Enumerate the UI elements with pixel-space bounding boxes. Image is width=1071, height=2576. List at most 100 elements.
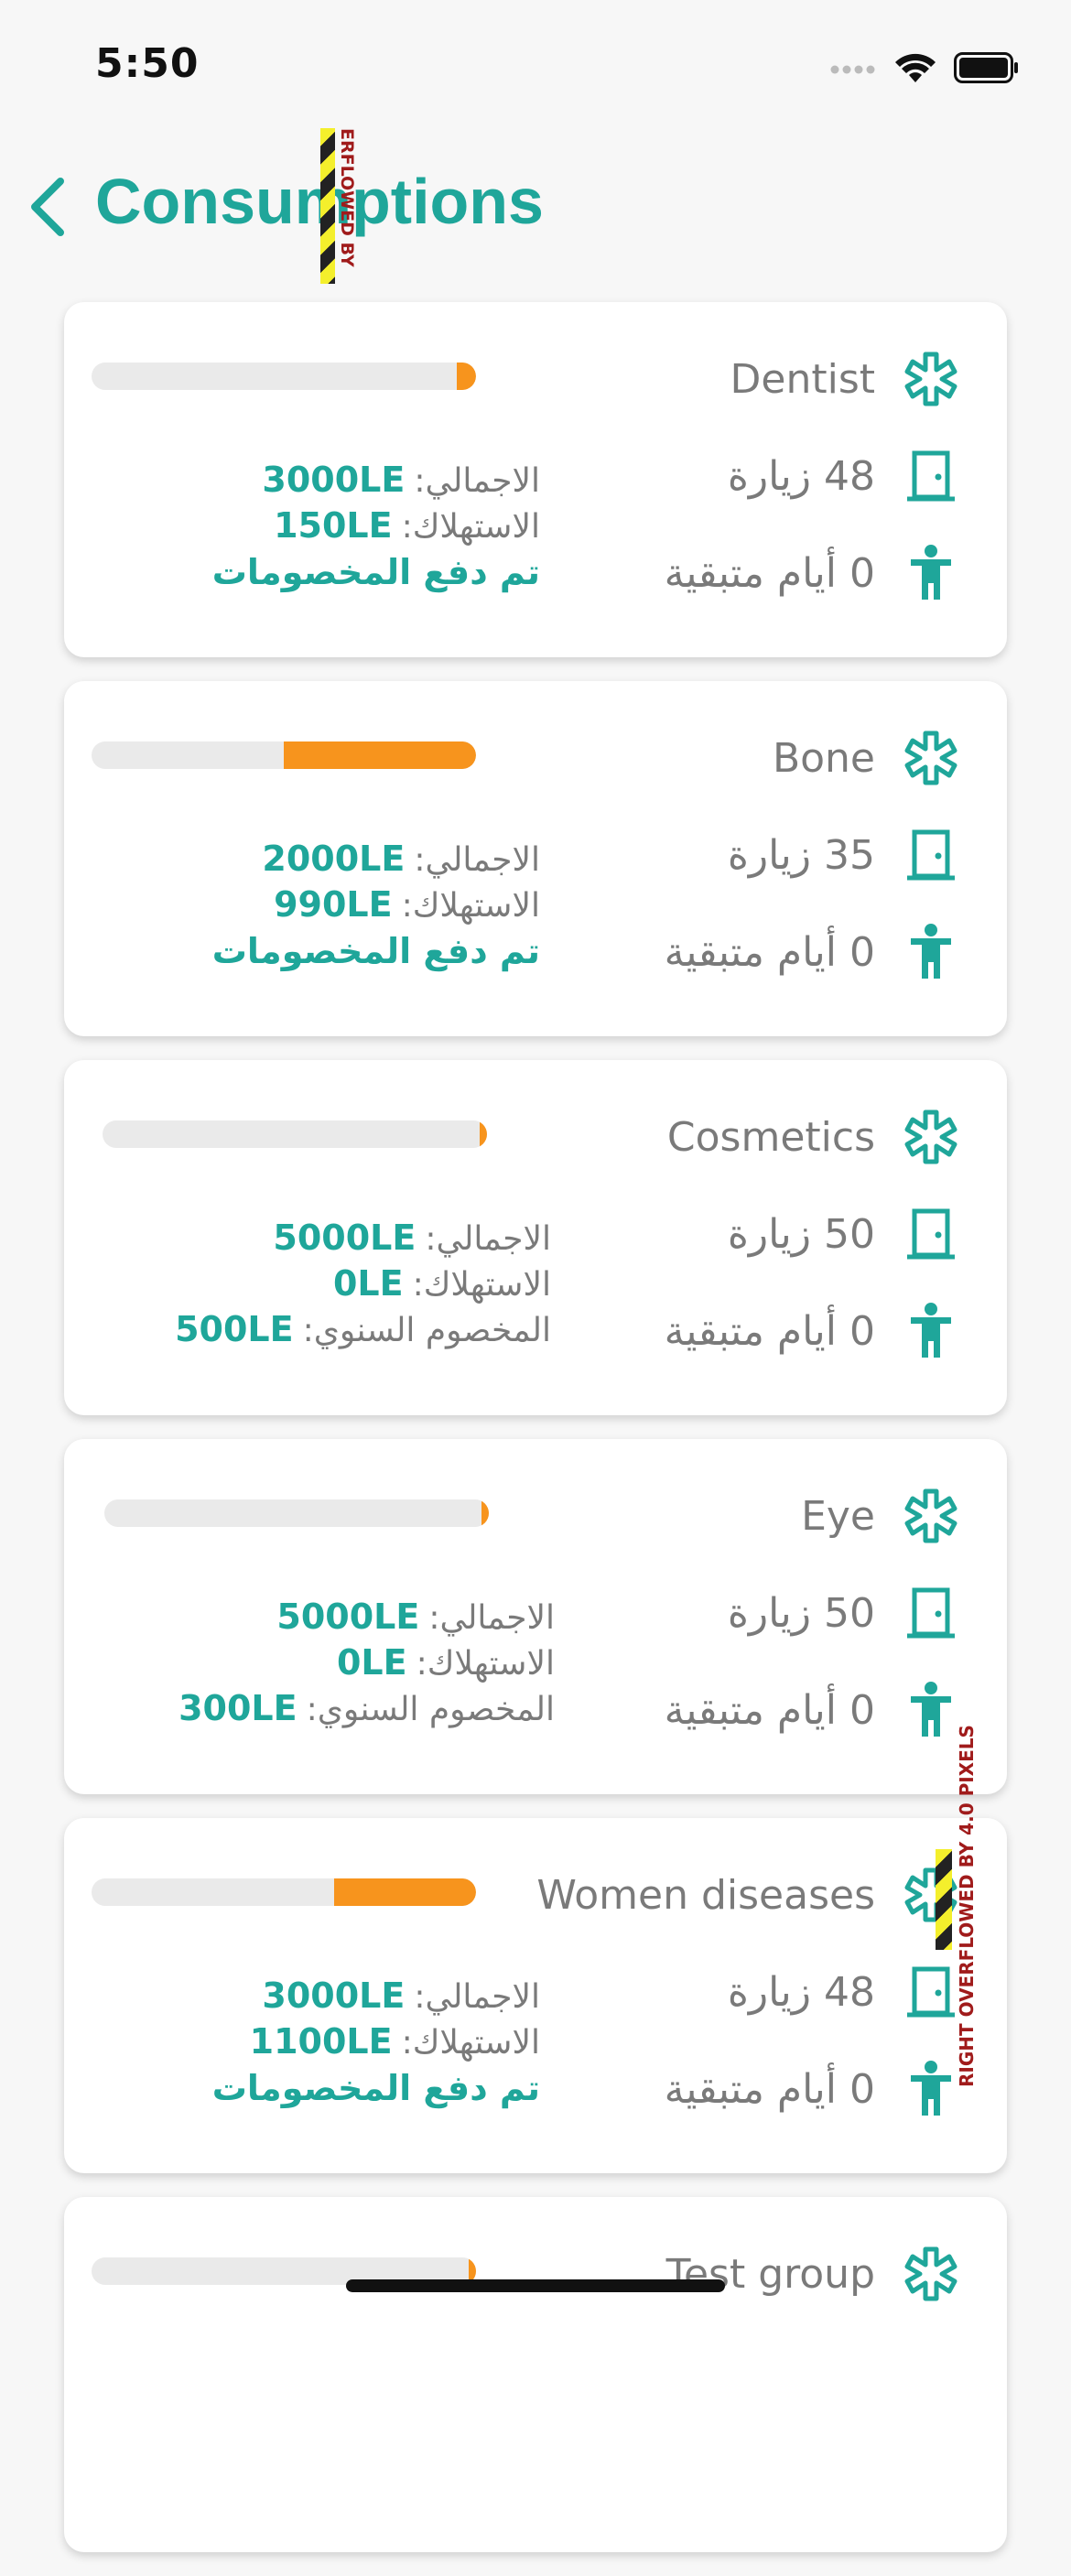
asterisk-icon <box>901 1486 961 1546</box>
page-title: Consumptions <box>95 166 544 237</box>
annual-deductible-value: 300LE <box>178 1688 298 1728</box>
overflow-warning-text: RIGHT OVERFLOWED BY 4.0 PIXELS <box>956 1725 978 2087</box>
person-icon <box>901 1301 961 1361</box>
consumption-line: الاستهلاك:990LE <box>64 882 540 928</box>
door-icon <box>901 446 961 506</box>
door-icon <box>901 1583 961 1643</box>
consumption-line: الاستهلاك:1100LE <box>64 2019 540 2065</box>
category-name: Eye <box>801 1492 875 1540</box>
total-value: 3000LE <box>262 460 406 500</box>
visits-row: 48 زيارة <box>728 447 961 505</box>
person-icon <box>901 543 961 603</box>
visits-row: 48 زيارة <box>728 1963 961 2021</box>
category-name: Dentist <box>730 355 876 403</box>
overflow-warning-text: ERFLOWED BY <box>337 128 357 267</box>
battery-icon <box>954 52 1018 83</box>
consumption-card-eye[interactable]: Eye 50 زيارة 0 أيام متبقية الاجمالي:5000… <box>64 1439 1007 1794</box>
progress-bar <box>92 363 476 390</box>
visits-label: 35 زيارة <box>727 831 875 879</box>
deductibles-paid-label: تم دفع المخصومات <box>211 552 540 592</box>
asterisk-icon <box>901 1107 961 1167</box>
amounts-block: الاجمالي:5000LE الاستهلاك:0LE المخصوم ال… <box>75 1216 551 1353</box>
days-row: 0 أيام متبقية <box>665 2060 961 2118</box>
consumption-value: 150LE <box>274 505 393 546</box>
consumption-label: الاستهلاك: <box>401 508 540 546</box>
category-name: Cosmetics <box>666 1113 875 1161</box>
consumption-label: الاستهلاك: <box>401 2024 540 2062</box>
status-time: 5:50 <box>95 40 200 87</box>
app-header: Consumptions <box>0 156 1071 256</box>
annual-deductible-line: المخصوم السنوي:500LE <box>75 1307 551 1353</box>
progress-bar-fill <box>481 1499 489 1527</box>
category-row: Test group <box>666 2245 961 2303</box>
total-line: الاجمالي:5000LE <box>75 1216 551 1261</box>
overflow-stripes <box>936 1849 952 1950</box>
consumption-label: الاستهلاك: <box>412 1266 551 1304</box>
amounts-block: الاجمالي:2000LE الاستهلاك:990LE تم دفع ا… <box>64 837 540 974</box>
category-row: Eye <box>801 1487 961 1545</box>
category-name: Bone <box>772 734 875 782</box>
consumption-card-test-group[interactable]: Test group <box>64 2197 1007 2552</box>
annual-deductible-value: 500LE <box>175 1309 294 1349</box>
days-row: 0 أيام متبقية <box>665 1302 961 1360</box>
total-line: الاجمالي:2000LE <box>64 837 540 882</box>
wifi-icon <box>895 53 936 82</box>
total-line: الاجمالي:3000LE <box>64 458 540 503</box>
consumption-label: الاستهلاك: <box>401 887 540 925</box>
annual-deductible-line: المخصوم السنوي:300LE <box>79 1686 555 1732</box>
total-label: الاجمالي: <box>414 841 540 879</box>
category-row: Bone <box>773 729 961 787</box>
consumption-card-bone[interactable]: Bone 35 زيارة 0 أيام متبقية الاجمالي:200… <box>64 681 1007 1036</box>
asterisk-icon <box>901 728 961 788</box>
total-label: الاجمالي: <box>425 1220 551 1258</box>
consumption-value: 990LE <box>274 884 393 925</box>
annual-deductible-label: المخصوم السنوي: <box>306 1691 555 1728</box>
progress-bar-fill <box>457 363 476 390</box>
door-icon <box>901 825 961 885</box>
home-indicator[interactable] <box>346 2279 725 2292</box>
back-button[interactable] <box>24 172 71 242</box>
deductibles-paid-label: تم دفع المخصومات <box>211 2068 540 2108</box>
amounts-block: الاجمالي:5000LE الاستهلاك:0LE المخصوم ال… <box>79 1595 555 1732</box>
door-icon <box>901 1204 961 1264</box>
total-value: 5000LE <box>273 1218 416 1258</box>
days-row: 0 أيام متبقية <box>665 923 961 981</box>
deductibles-paid-label: تم دفع المخصومات <box>211 931 540 971</box>
days-row: 0 أيام متبقية <box>665 1681 961 1739</box>
visits-row: 50 زيارة <box>728 1205 961 1263</box>
consumption-card-women-diseases[interactable]: Women diseases 48 زيارة 0 أيام متبقية ال… <box>64 1818 1007 2173</box>
consumption-list: Dentist 48 زيارة 0 أيام متبقية الاجمالي:… <box>64 302 1007 2576</box>
progress-bar-fill <box>479 1120 487 1148</box>
chevron-left-icon <box>31 178 64 236</box>
total-value: 3000LE <box>262 1975 406 2016</box>
status-icons <box>829 49 1020 86</box>
consumption-line: الاستهلاك:0LE <box>79 1640 555 1686</box>
total-label: الاجمالي: <box>414 462 540 500</box>
asterisk-icon <box>901 2244 961 2304</box>
visits-label: 48 زيارة <box>727 1968 875 2016</box>
total-value: 2000LE <box>262 839 406 879</box>
category-name: Women diseases <box>536 1871 875 1919</box>
consumption-value: 0LE <box>336 1642 407 1683</box>
progress-bar <box>104 1499 489 1527</box>
total-value: 5000LE <box>276 1596 420 1637</box>
consumption-card-dentist[interactable]: Dentist 48 زيارة 0 أيام متبقية الاجمالي:… <box>64 302 1007 657</box>
days-label: 0 أيام متبقية <box>664 928 875 976</box>
category-row: Cosmetics <box>667 1108 961 1166</box>
days-label: 0 أيام متبقية <box>664 1307 875 1355</box>
progress-bar <box>103 1120 487 1148</box>
overflow-warning-side: RIGHT OVERFLOWED BY 4.0 PIXELS <box>936 1703 987 2087</box>
consumption-value: 0LE <box>332 1263 404 1304</box>
progress-bar <box>92 1878 476 1906</box>
visits-row: 50 زيارة <box>728 1584 961 1642</box>
category-row: Dentist <box>730 350 962 408</box>
amounts-block: الاجمالي:3000LE الاستهلاك:1100LE تم دفع … <box>64 1974 540 2111</box>
progress-bar-fill <box>284 741 476 769</box>
consumption-card-cosmetics[interactable]: Cosmetics 50 زيارة 0 أيام متبقية الاجمال… <box>64 1060 1007 1415</box>
consumption-label: الاستهلاك: <box>416 1645 555 1683</box>
visits-label: 50 زيارة <box>727 1210 875 1258</box>
category-row: Women diseases <box>536 1866 961 1924</box>
asterisk-icon <box>901 349 961 409</box>
days-label: 0 أيام متبقية <box>664 549 875 597</box>
total-label: الاجمالي: <box>428 1599 555 1637</box>
